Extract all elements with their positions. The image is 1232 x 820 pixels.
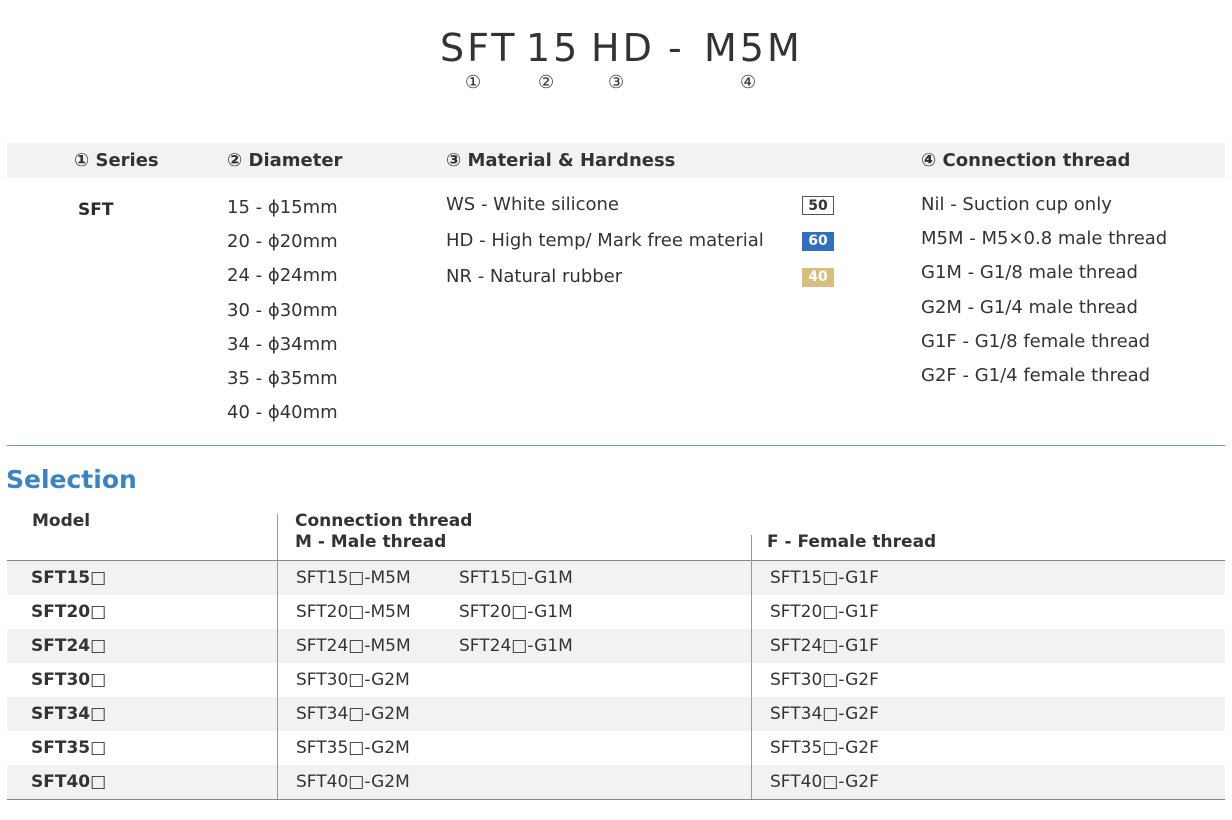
code-dash: - — [668, 26, 685, 70]
column-divider — [277, 514, 278, 799]
code-thread: M5M — [704, 26, 803, 70]
table-row: SFT35□ SFT35□-G2M SFT35□-G2F — [7, 731, 1225, 765]
code-material: HD — [591, 26, 655, 70]
connection-item: G2M - G1/4 male thread — [921, 296, 1138, 318]
material-item: HD - High temp/ Mark free material 60 — [446, 229, 836, 265]
male-thread-cell: SFT34□-G2M — [296, 704, 410, 724]
table-row: SFT15□ SFT15□-M5M SFT15□-G1M SFT15□-G1F — [7, 561, 1225, 595]
model-cell: SFT40□ — [31, 772, 107, 792]
hardness-badge: 60 — [802, 232, 834, 251]
male-thread-cell: SFT40□-G2M — [296, 772, 410, 792]
hardness-badge: 40 — [802, 268, 834, 287]
table-row: SFT34□ SFT34□-G2M SFT34□-G2F — [7, 697, 1225, 731]
code-number-1: ① — [465, 72, 482, 93]
diameter-item: 15 - ϕ15mm — [227, 197, 338, 218]
hardness-badge: 50 — [802, 196, 834, 215]
table-row: SFT30□ SFT30□-G2M SFT30□-G2F — [7, 663, 1225, 697]
male-thread-cell: SFT24□-G1M — [459, 636, 573, 656]
connection-header: ④ Connection thread — [921, 150, 1131, 171]
diameter-header: ② Diameter — [227, 150, 343, 171]
selection-title: Selection — [6, 465, 137, 494]
material-item: WS - White silicone 50 — [446, 193, 836, 229]
male-thread-cell: SFT20□-M5M — [296, 602, 411, 622]
connection-item: G1M - G1/8 male thread — [921, 262, 1138, 284]
column-divider — [751, 535, 752, 799]
male-thread-cell: SFT15□-G1M — [459, 568, 573, 588]
connection-thread-header: Connection thread — [295, 511, 473, 531]
model-cell: SFT20□ — [31, 602, 107, 622]
section-divider — [7, 445, 1225, 446]
code-number-2: ② — [538, 72, 555, 93]
diameter-item: 24 - ϕ24mm — [227, 265, 338, 287]
code-number-4: ④ — [740, 72, 757, 93]
male-thread-cell: SFT20□-G1M — [459, 602, 573, 622]
diameter-item: 20 - ϕ20mm — [227, 231, 338, 253]
material-list: WS - White silicone 50 HD - High temp/ M… — [446, 193, 836, 301]
model-header: Model — [32, 511, 91, 531]
model-cell: SFT34□ — [31, 704, 107, 724]
connection-item: M5M - M5×0.8 male thread — [921, 228, 1168, 250]
male-thread-cell: SFT24□-M5M — [296, 636, 411, 656]
female-thread-cell: SFT15□-G1F — [770, 568, 879, 588]
diameter-item: 40 - ϕ40mm — [227, 402, 338, 424]
diameter-list: 15 - ϕ15mm 20 - ϕ20mm 24 - ϕ24mm 30 - ϕ3… — [227, 196, 338, 435]
female-thread-header: F - Female thread — [767, 532, 937, 552]
connection-item: G2F - G1/4 female thread — [921, 364, 1151, 386]
table-row: SFT24□ SFT24□-M5M SFT24□-G1M SFT24□-G1F — [7, 629, 1225, 663]
code-number-3: ③ — [608, 72, 625, 93]
female-thread-cell: SFT20□-G1F — [770, 602, 879, 622]
material-header: ③ Material & Hardness — [446, 150, 676, 171]
male-thread-cell: SFT15□-M5M — [296, 568, 411, 588]
diameter-item: 30 - ϕ30mm — [227, 299, 338, 321]
female-thread-cell: SFT35□-G2F — [770, 738, 879, 758]
code-diameter: 15 — [526, 26, 581, 70]
male-thread-cell: SFT35□-G2M — [296, 738, 410, 758]
code-series: SFT — [440, 26, 518, 70]
connection-list: Nil - Suction cup only M5M - M5×0.8 male… — [921, 193, 1167, 398]
diameter-item: 34 - ϕ34mm — [227, 333, 338, 355]
male-thread-cell: SFT30□-G2M — [296, 670, 410, 690]
diameter-item: 35 - ϕ35mm — [227, 367, 338, 389]
table-row: SFT20□ SFT20□-M5M SFT20□-G1M SFT20□-G1F — [7, 595, 1225, 629]
material-label: WS - White silicone — [446, 194, 619, 215]
series-value: SFT — [78, 200, 114, 220]
model-cell: SFT35□ — [31, 738, 107, 758]
model-cell: SFT15□ — [31, 568, 107, 588]
female-thread-cell: SFT24□-G1F — [770, 636, 879, 656]
female-thread-cell: SFT40□-G2F — [770, 772, 879, 792]
female-thread-cell: SFT34□-G2F — [770, 704, 879, 724]
table-row: SFT40□ SFT40□-G2M SFT40□-G2F — [7, 765, 1225, 799]
material-label: NR - Natural rubber — [446, 266, 623, 287]
material-item: NR - Natural rubber 40 — [446, 265, 836, 301]
connection-item: G1F - G1/8 female thread — [921, 330, 1151, 352]
table-bottom-rule — [7, 799, 1225, 800]
model-cell: SFT30□ — [31, 670, 107, 690]
model-cell: SFT24□ — [31, 636, 107, 656]
female-thread-cell: SFT30□-G2F — [770, 670, 879, 690]
male-thread-header: M - Male thread — [295, 532, 447, 552]
material-label: HD - High temp/ Mark free material — [446, 230, 764, 251]
series-header: ① Series — [74, 150, 159, 171]
connection-item: Nil - Suction cup only — [921, 194, 1112, 215]
